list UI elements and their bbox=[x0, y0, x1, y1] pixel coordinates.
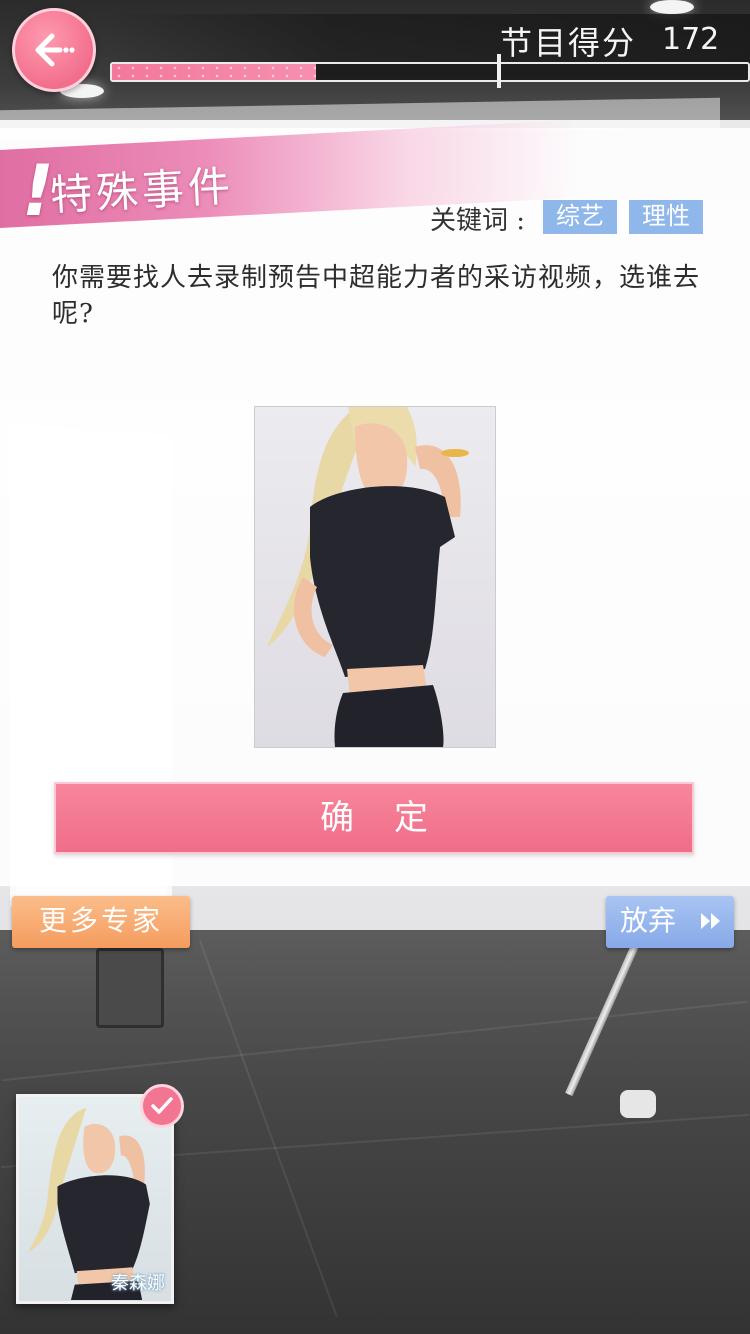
confirm-button[interactable]: 确定 bbox=[54, 782, 694, 854]
score-band bbox=[108, 14, 750, 64]
character-portrait bbox=[254, 406, 496, 748]
equipment-case bbox=[96, 948, 164, 1028]
event-title: 特殊事件 bbox=[48, 161, 236, 220]
light-stand-foot bbox=[620, 1090, 656, 1118]
score-progress-bar bbox=[110, 62, 750, 82]
checkmark-icon bbox=[151, 1097, 173, 1114]
keyword-label: 关键词 : bbox=[430, 206, 526, 236]
give-up-label: 放弃 bbox=[620, 904, 677, 937]
keyword-tag: 综艺 bbox=[543, 200, 617, 234]
progress-threshold-marker bbox=[497, 54, 501, 88]
event-question: 你需要找人去录制预告中超能力者的采访视频，选谁去呢? bbox=[52, 263, 701, 329]
score-label: 节目得分 bbox=[500, 24, 637, 62]
give-up-button[interactable]: 放弃 bbox=[606, 896, 734, 948]
back-arrow-icon bbox=[35, 33, 75, 67]
more-experts-button[interactable]: 更多专家 bbox=[12, 896, 190, 948]
keyword-tag: 理性 bbox=[629, 200, 703, 234]
fast-forward-icon bbox=[701, 913, 720, 929]
back-button[interactable] bbox=[12, 8, 96, 92]
card-character-name: 秦森娜 bbox=[111, 1273, 165, 1294]
ceiling-lamp bbox=[650, 0, 694, 14]
score-value: 172 bbox=[662, 22, 720, 57]
selected-check-badge[interactable] bbox=[140, 1084, 184, 1128]
selected-character-card[interactable]: 秦森娜 bbox=[16, 1094, 174, 1304]
score-progress-fill bbox=[112, 64, 316, 80]
